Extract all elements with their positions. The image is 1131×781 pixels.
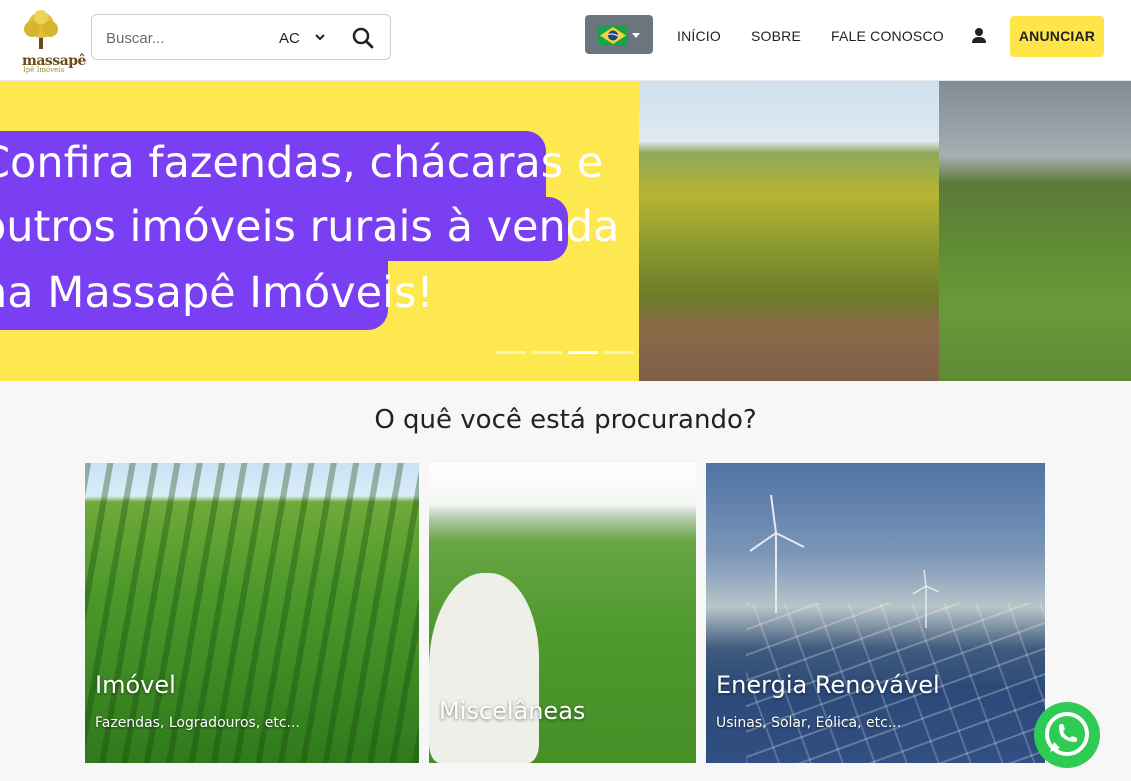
logo-subtitle-text: Ipê Imóveis bbox=[23, 66, 65, 74]
section-title: O quê você está procurando? bbox=[374, 405, 757, 435]
whatsapp-icon bbox=[1045, 712, 1089, 756]
pasture-field-image bbox=[939, 81, 1131, 381]
nav-link-inicio[interactable]: INÍCIO bbox=[677, 28, 721, 44]
category-card-energia-renovavel[interactable]: Energia Renovável Usinas, Solar, Eólica,… bbox=[706, 463, 1045, 763]
hero-text-line-1: Confira fazendas, chácaras e bbox=[0, 131, 603, 197]
soybean-field-image bbox=[639, 81, 939, 381]
carousel-indicator[interactable] bbox=[496, 351, 526, 354]
carousel-indicator[interactable] bbox=[604, 351, 634, 354]
cow-image bbox=[429, 573, 539, 763]
whatsapp-float-button[interactable] bbox=[1034, 702, 1100, 768]
chevron-down-icon bbox=[315, 34, 325, 41]
card-subtitle: Fazendas, Logradouros, etc... bbox=[95, 715, 300, 731]
card-title: Energia Renovável bbox=[716, 671, 940, 699]
top-navbar: massapê Ipê Imóveis AC INÍCIO SOBRE FAL bbox=[0, 0, 1131, 81]
category-card-miscelaneas[interactable]: Miscelâneas bbox=[429, 463, 696, 763]
card-title: Imóvel bbox=[95, 671, 176, 699]
hero-line-3-text: na Massapê Imóveis! bbox=[0, 268, 434, 318]
hero-carousel[interactable]: Confira fazendas, chácaras e outros imóv… bbox=[0, 81, 1131, 381]
nav-link-sobre[interactable]: SOBRE bbox=[751, 28, 801, 44]
state-select-value: AC bbox=[279, 30, 300, 47]
card-title: Miscelâneas bbox=[439, 697, 586, 725]
card-subtitle: Usinas, Solar, Eólica, etc... bbox=[716, 715, 902, 731]
carousel-indicator[interactable] bbox=[532, 351, 562, 354]
state-select[interactable]: AC bbox=[278, 27, 328, 49]
nav-link-fale-conosco[interactable]: FALE CONOSCO bbox=[831, 28, 944, 44]
hero-text-line-2: outros imóveis rurais à venda bbox=[0, 197, 619, 261]
wind-turbine-icon bbox=[912, 569, 940, 628]
search-icon[interactable] bbox=[350, 25, 376, 51]
language-dropdown-button[interactable] bbox=[585, 15, 653, 54]
massape-logo[interactable]: massapê Ipê Imóveis bbox=[10, 9, 86, 74]
anunciar-button[interactable]: ANUNCIAR bbox=[1010, 16, 1104, 57]
carousel-indicator-active[interactable] bbox=[568, 351, 598, 354]
search-input[interactable] bbox=[106, 26, 266, 50]
search-bar: AC bbox=[91, 14, 391, 60]
hero-line-1-text: Confira fazendas, chácaras e bbox=[0, 138, 604, 188]
hero-line-2-text: outros imóveis rurais à venda bbox=[0, 202, 620, 252]
brazil-flag-icon bbox=[598, 25, 628, 46]
wind-turbine-icon bbox=[749, 494, 805, 613]
user-account-icon[interactable] bbox=[969, 26, 989, 46]
category-card-imovel[interactable]: Imóvel Fazendas, Logradouros, etc... bbox=[85, 463, 419, 763]
caret-down-icon bbox=[632, 33, 640, 38]
hero-text-line-3: na Massapê Imóveis! bbox=[0, 261, 434, 330]
